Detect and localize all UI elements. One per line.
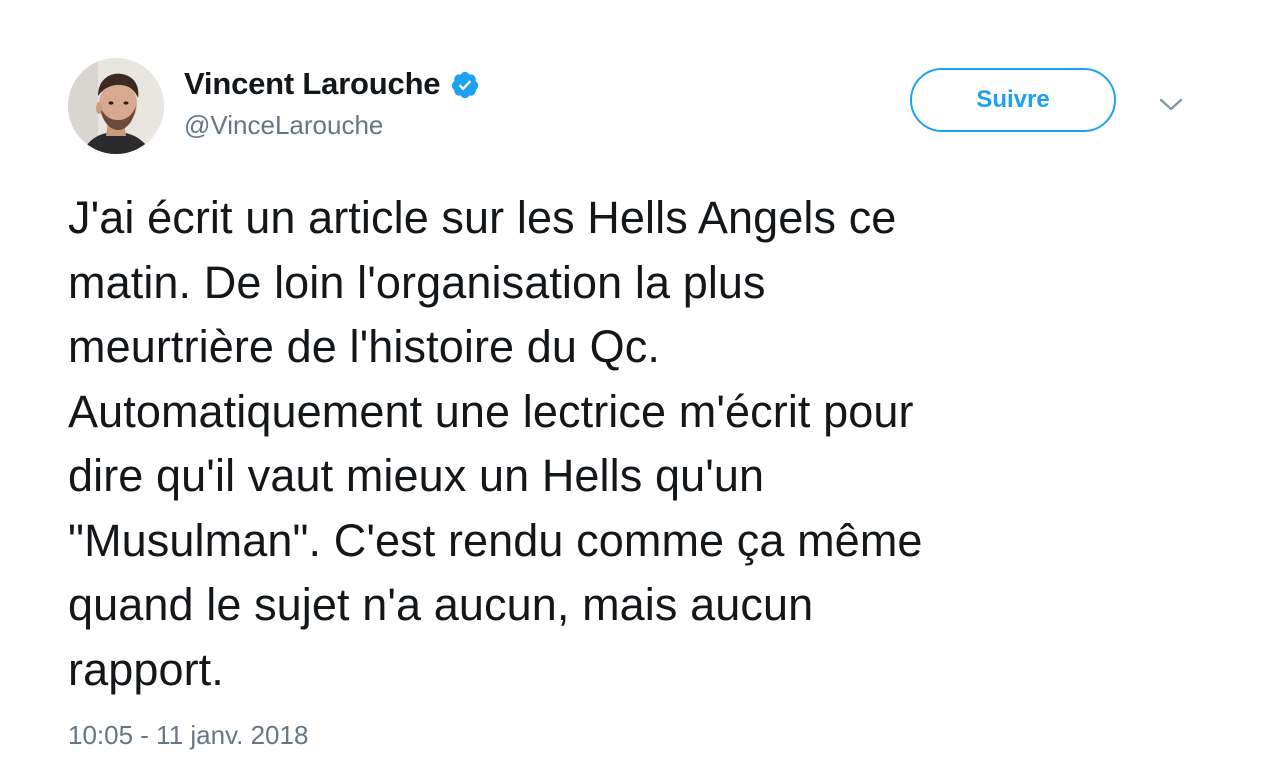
tweet-menu-button[interactable] [1154, 90, 1188, 120]
follow-button[interactable]: Suivre [910, 68, 1116, 132]
tweet-timestamp[interactable]: 10:05 - 11 janv. 2018 [68, 720, 308, 751]
avatar[interactable] [68, 58, 164, 154]
tweet-text: J'ai écrit un article sur les Hells Ange… [68, 192, 923, 695]
author-handle[interactable]: @VinceLarouche [184, 110, 383, 141]
author-display-name[interactable]: Vincent Larouche [184, 66, 441, 102]
chevron-down-icon [1159, 98, 1183, 111]
avatar-photo-icon [68, 58, 164, 154]
verified-badge-icon [450, 70, 480, 100]
tweet-card: Vincent Larouche @VinceLarouche Suivre J… [0, 0, 1264, 774]
author-name-row[interactable]: Vincent Larouche [184, 64, 480, 104]
